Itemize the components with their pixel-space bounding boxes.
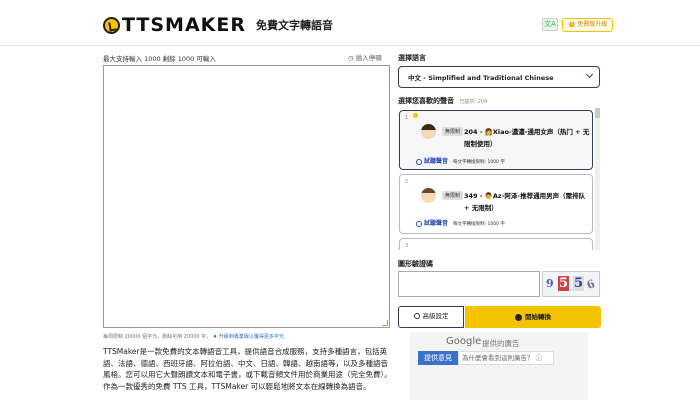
listen-button[interactable]: 試聽聲音 每文字轉換限制: 1000 字 [416,218,505,227]
ad-why-button[interactable]: 為什麼會看到這則廣告？ ⓘ [458,351,554,365]
logo-icon [103,16,120,34]
quota-note: 每周限制 20000 個字元，剩餘可用 20000 字。 ♦ 升級到專業版以獲得… [103,333,284,340]
advanced-settings-button[interactable]: 高級設定 [398,306,464,328]
captcha-char: 9 [546,277,554,290]
voice-name: 204 - 👩Xiao-濃濃-通用女声（热门 + 无限制使用） [464,128,590,148]
voice-index: 2 [405,179,409,185]
voice-avatar [421,188,436,203]
play-icon [416,220,422,227]
ad-placeholder: Google 提供的廣告 提供意見 為什麼會看到這則廣告？ ⓘ [410,332,588,400]
advanced-label: 高級設定 [422,312,449,320]
insert-pause-label: 插入停頓 [355,54,382,62]
selected-indicator-icon [413,113,418,118]
voice-list[interactable]: 1 無限制 204 - 👩Xiao-濃濃-通用女声（热门 + 无限制使用） 試聽… [398,108,600,250]
language-title: 選擇語言 [398,54,426,62]
logo-subtitle: 免費文字轉語音 [256,19,333,32]
google-label: Google [446,336,482,347]
voice-card[interactable]: 2 無限制 349 - 👨Az-阿泽-推荐通用男声（需排队 + 无限制） 試聽聲… [399,174,593,234]
voice-name: 349 - 👨Az-阿泽-推荐通用男声（需排队 + 无限制） [464,192,586,212]
ad-provided-label: 提供的廣告 [482,339,520,348]
captcha-char: 5 [558,276,570,291]
voice-avatar [421,124,436,139]
translate-icon: 文A [544,20,556,28]
logo[interactable]: TTSMAKER 免費文字轉語音 [103,14,333,36]
language-select[interactable]: 中文 - Simplified and Traditional Chinese [398,66,600,88]
resize-handle-icon[interactable] [382,320,388,326]
quota-text: 每周限制 20000 個字元，剩餘可用 20000 字。 [103,334,212,340]
captcha-char: 6 [585,277,597,292]
voice-index: 3 [405,243,409,249]
voice-list-scrollbar[interactable] [595,108,600,250]
listen-label: 試聽聲音 [424,220,449,227]
chevron-down-icon [585,70,594,79]
top-header: TTSMAKER 免費文字轉語音 文A 👑 免費版升級 [0,0,700,46]
captcha-title: 圖形驗證碼 [398,260,433,268]
voice-count: 已提供: 204 [459,99,488,105]
ad-feedback-button[interactable]: 提供意見 [418,351,458,365]
upgrade-link[interactable]: ♦ 升級到專業版以獲得更多字元 [213,334,284,340]
voice-limit: 每文字轉換限制: 1000 字 [453,222,505,227]
convert-button[interactable]: 開始轉換 [465,306,601,328]
voice-index: 1 [405,115,409,121]
text-input-area[interactable] [103,65,390,328]
voice-tag: 無限制 [442,191,464,200]
language-selected-value: 中文 - Simplified and Traditional Chinese [408,74,554,82]
upgrade-button[interactable]: 👑 免費版升級 [562,18,614,32]
upgrade-link-label: 升級到專業版以獲得更多字元 [218,334,284,340]
clock-icon: ◷ [348,54,354,62]
listen-button[interactable]: 試聽聲音 每文字轉換限制: 1000 字 [416,156,505,165]
captcha-char: 5 [573,276,585,291]
listen-label: 試聽聲音 [424,158,449,165]
play-icon [515,313,522,321]
voice-limit: 每文字轉換限制: 1000 字 [453,160,505,165]
char-limit-label: 最大支持輸入 1000 剩餘 1000 可輸入 [103,55,216,63]
description-text: TTSMaker是一款免費的文本轉語音工具，提供語音合成服務，支持多種語言，包括… [103,347,392,391]
gear-icon [413,313,420,319]
language-switch-button[interactable]: 文A [542,18,558,31]
play-icon [416,158,422,165]
convert-label: 開始轉換 [525,313,551,321]
voice-title: 選擇您喜歡的聲音 已提供: 204 [398,96,487,106]
insert-pause-link[interactable]: ◷ 插入停頓 [348,52,382,62]
captcha-image[interactable]: 9 5 5 6 [542,271,600,297]
voice-card[interactable]: 1 無限制 204 - 👩Xiao-濃濃-通用女声（热门 + 无限制使用） 試聽… [399,110,593,170]
voice-card[interactable]: 3 [399,238,593,250]
logo-text: TTSMAKER [122,14,246,36]
captcha-input[interactable] [398,271,540,297]
voice-title-text: 選擇您喜歡的聲音 [398,97,454,105]
scrollbar-thumb[interactable] [595,108,600,118]
voice-tag: 無限制 [442,127,464,136]
